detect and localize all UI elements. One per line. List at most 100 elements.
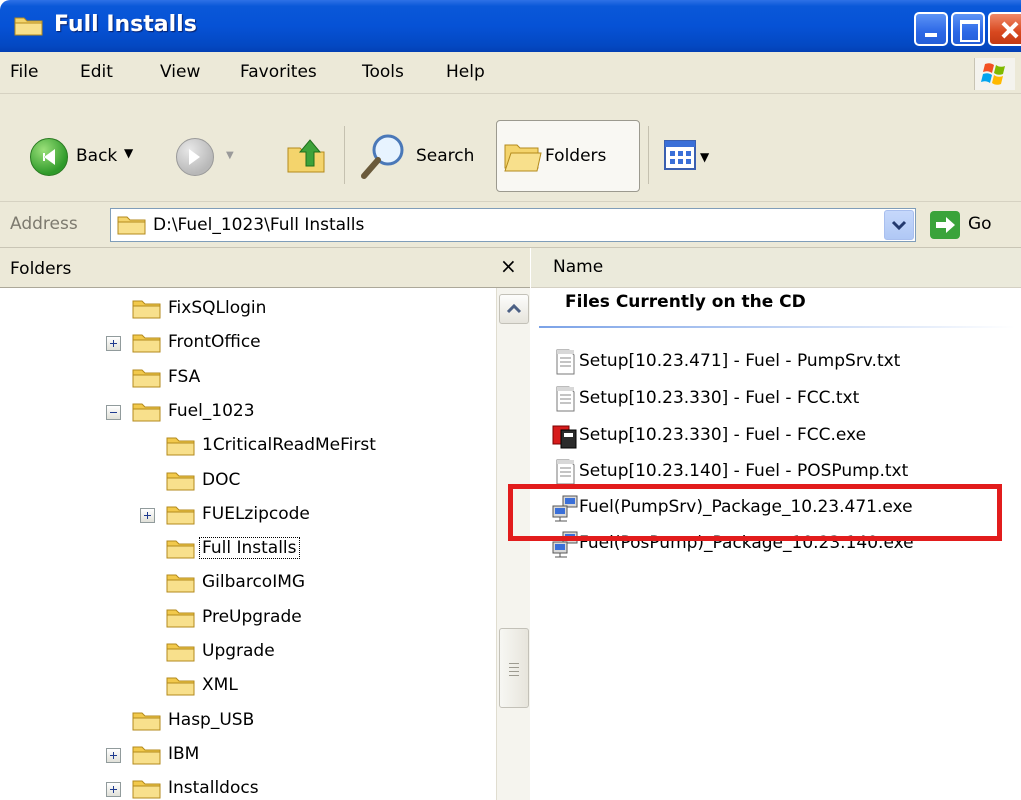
menu-tools[interactable]: Tools: [362, 62, 404, 82]
folders-pane-title: Folders: [10, 259, 72, 279]
back-button[interactable]: Back: [76, 146, 117, 166]
column-header-name[interactable]: Name: [553, 257, 603, 277]
tree-item[interactable]: 1CriticalReadMeFirst: [0, 431, 490, 463]
tree-item-label: Fuel_1023: [168, 400, 255, 421]
expand-icon[interactable]: [106, 782, 121, 798]
folder-icon: [132, 778, 162, 800]
folders-icon: [504, 144, 542, 172]
folder-icon: [166, 504, 196, 526]
menu-bar: File Edit View Favorites Tools Help: [0, 52, 1021, 94]
tree-item-label: Upgrade: [202, 641, 275, 661]
tree-item[interactable]: Installdocs: [0, 774, 490, 800]
tree-item[interactable]: Full Installs: [0, 534, 490, 566]
chevron-up-icon: [506, 303, 522, 314]
tree-item[interactable]: Fuel_1023: [0, 397, 490, 429]
text-file-icon: [551, 458, 579, 486]
network-exe-icon: [551, 494, 579, 522]
tree-item-label: Hasp_USB: [168, 709, 255, 730]
folder-icon: [14, 17, 43, 36]
folder-icon: [132, 710, 162, 732]
folders-button[interactable]: Folders: [496, 120, 640, 192]
tree-item[interactable]: FSA: [0, 363, 490, 395]
minimize-button[interactable]: [914, 12, 948, 46]
folder-tree-scrollbar[interactable]: [496, 288, 530, 800]
tree-item-label: PreUpgrade: [202, 606, 302, 627]
folder-icon: [132, 367, 162, 389]
file-item[interactable]: Fuel(PumpSrv)_Package_10.23.471.exe: [551, 492, 1011, 524]
search-icon[interactable]: [358, 130, 410, 182]
tree-item-label: DOC: [202, 469, 241, 490]
tree-item-label: XML: [202, 675, 238, 696]
tree-item[interactable]: FrontOffice: [0, 328, 490, 360]
file-item[interactable]: Setup[10.23.140] - Fuel - POSPump.txt: [551, 456, 1011, 488]
file-name: Setup[10.23.140] - Fuel - POSPump.txt: [579, 461, 909, 481]
setup-exe-icon: [551, 422, 579, 450]
menu-edit[interactable]: Edit: [80, 62, 113, 82]
folder-icon: [132, 332, 162, 354]
tree-item[interactable]: XML: [0, 671, 490, 703]
toolbar-separator: [344, 126, 345, 184]
group-title: Files Currently on the CD: [565, 292, 806, 312]
window-title: Full Installs: [54, 12, 197, 37]
folder-icon: [166, 607, 196, 629]
tree-item[interactable]: Upgrade: [0, 637, 490, 669]
address-input[interactable]: D:\Fuel_1023\Full Installs: [110, 208, 916, 242]
menu-help[interactable]: Help: [446, 62, 485, 82]
expand-icon[interactable]: [140, 507, 155, 523]
file-item[interactable]: Setup[10.23.330] - Fuel - FCC.exe: [551, 420, 1011, 452]
tree-item[interactable]: DOC: [0, 466, 490, 498]
forward-arrow-icon[interactable]: [176, 138, 214, 176]
file-item[interactable]: Fuel(PosPump)_Package_10.23.140.exe: [551, 528, 1011, 560]
tree-item[interactable]: PreUpgrade: [0, 603, 490, 635]
tree-item[interactable]: IBM: [0, 740, 490, 772]
close-icon[interactable]: ×: [500, 254, 517, 278]
scroll-up-button[interactable]: [499, 294, 529, 324]
go-arrow-icon[interactable]: [930, 211, 960, 239]
up-folder-icon[interactable]: [284, 132, 330, 178]
close-button[interactable]: [988, 12, 1021, 46]
address-path: D:\Fuel_1023\Full Installs: [153, 215, 365, 235]
list-header: Name: [531, 248, 1021, 288]
text-file-icon: [551, 385, 579, 413]
menu-file[interactable]: File: [10, 62, 38, 82]
folder-icon: [166, 572, 196, 594]
go-button[interactable]: Go: [968, 214, 992, 234]
maximize-button[interactable]: [951, 12, 985, 46]
expand-icon[interactable]: [106, 336, 121, 352]
address-dropdown-button[interactable]: [884, 210, 914, 240]
tree-item[interactable]: Hasp_USB: [0, 706, 490, 738]
menu-favorites[interactable]: Favorites: [240, 62, 317, 82]
menu-view[interactable]: View: [160, 62, 200, 82]
search-button[interactable]: Search: [416, 146, 474, 166]
folder-icon: [166, 470, 196, 492]
file-name: Setup[10.23.330] - Fuel - FCC.txt: [579, 388, 860, 408]
folder-icon: [166, 641, 196, 663]
folder-icon: [132, 744, 162, 766]
tree-item[interactable]: FUELzipcode: [0, 500, 490, 532]
tree-item-label: IBM: [168, 743, 200, 764]
folder-icon: [166, 538, 196, 560]
tree-item[interactable]: FixSQLlogin: [0, 294, 490, 326]
file-item[interactable]: Setup[10.23.471] - Fuel - PumpSrv.txt: [551, 346, 1011, 378]
title-bar[interactable]: Full Installs: [0, 0, 1021, 52]
expand-icon[interactable]: [106, 747, 121, 763]
tree-item-label: 1CriticalReadMeFirst: [202, 435, 376, 456]
text-file-icon: [551, 348, 579, 376]
views-dropdown-icon[interactable]: ▼: [700, 150, 709, 164]
tree-item[interactable]: GilbarcoIMG: [0, 568, 490, 600]
views-grid-icon[interactable]: [664, 140, 696, 170]
tree-item-label: FixSQLlogin: [168, 298, 267, 318]
forward-dropdown-icon[interactable]: ▼: [226, 150, 234, 161]
collapse-icon[interactable]: [106, 404, 121, 420]
scroll-thumb[interactable]: [499, 628, 529, 708]
tree-item-label: GilbarcoIMG: [202, 572, 306, 593]
back-dropdown-icon[interactable]: ▼: [124, 146, 133, 160]
file-list: Files Currently on the CD Setup[10.23.47…: [531, 288, 1021, 800]
back-arrow-icon[interactable]: [30, 138, 68, 176]
folder-icon: [166, 675, 196, 697]
folder-icon: [166, 435, 196, 457]
file-item[interactable]: Setup[10.23.330] - Fuel - FCC.txt: [551, 383, 1011, 415]
file-name: Fuel(PumpSrv)_Package_10.23.471.exe: [579, 497, 913, 517]
tree-item-label: Full Installs: [199, 537, 300, 560]
file-name: Setup[10.23.330] - Fuel - FCC.exe: [579, 425, 867, 445]
